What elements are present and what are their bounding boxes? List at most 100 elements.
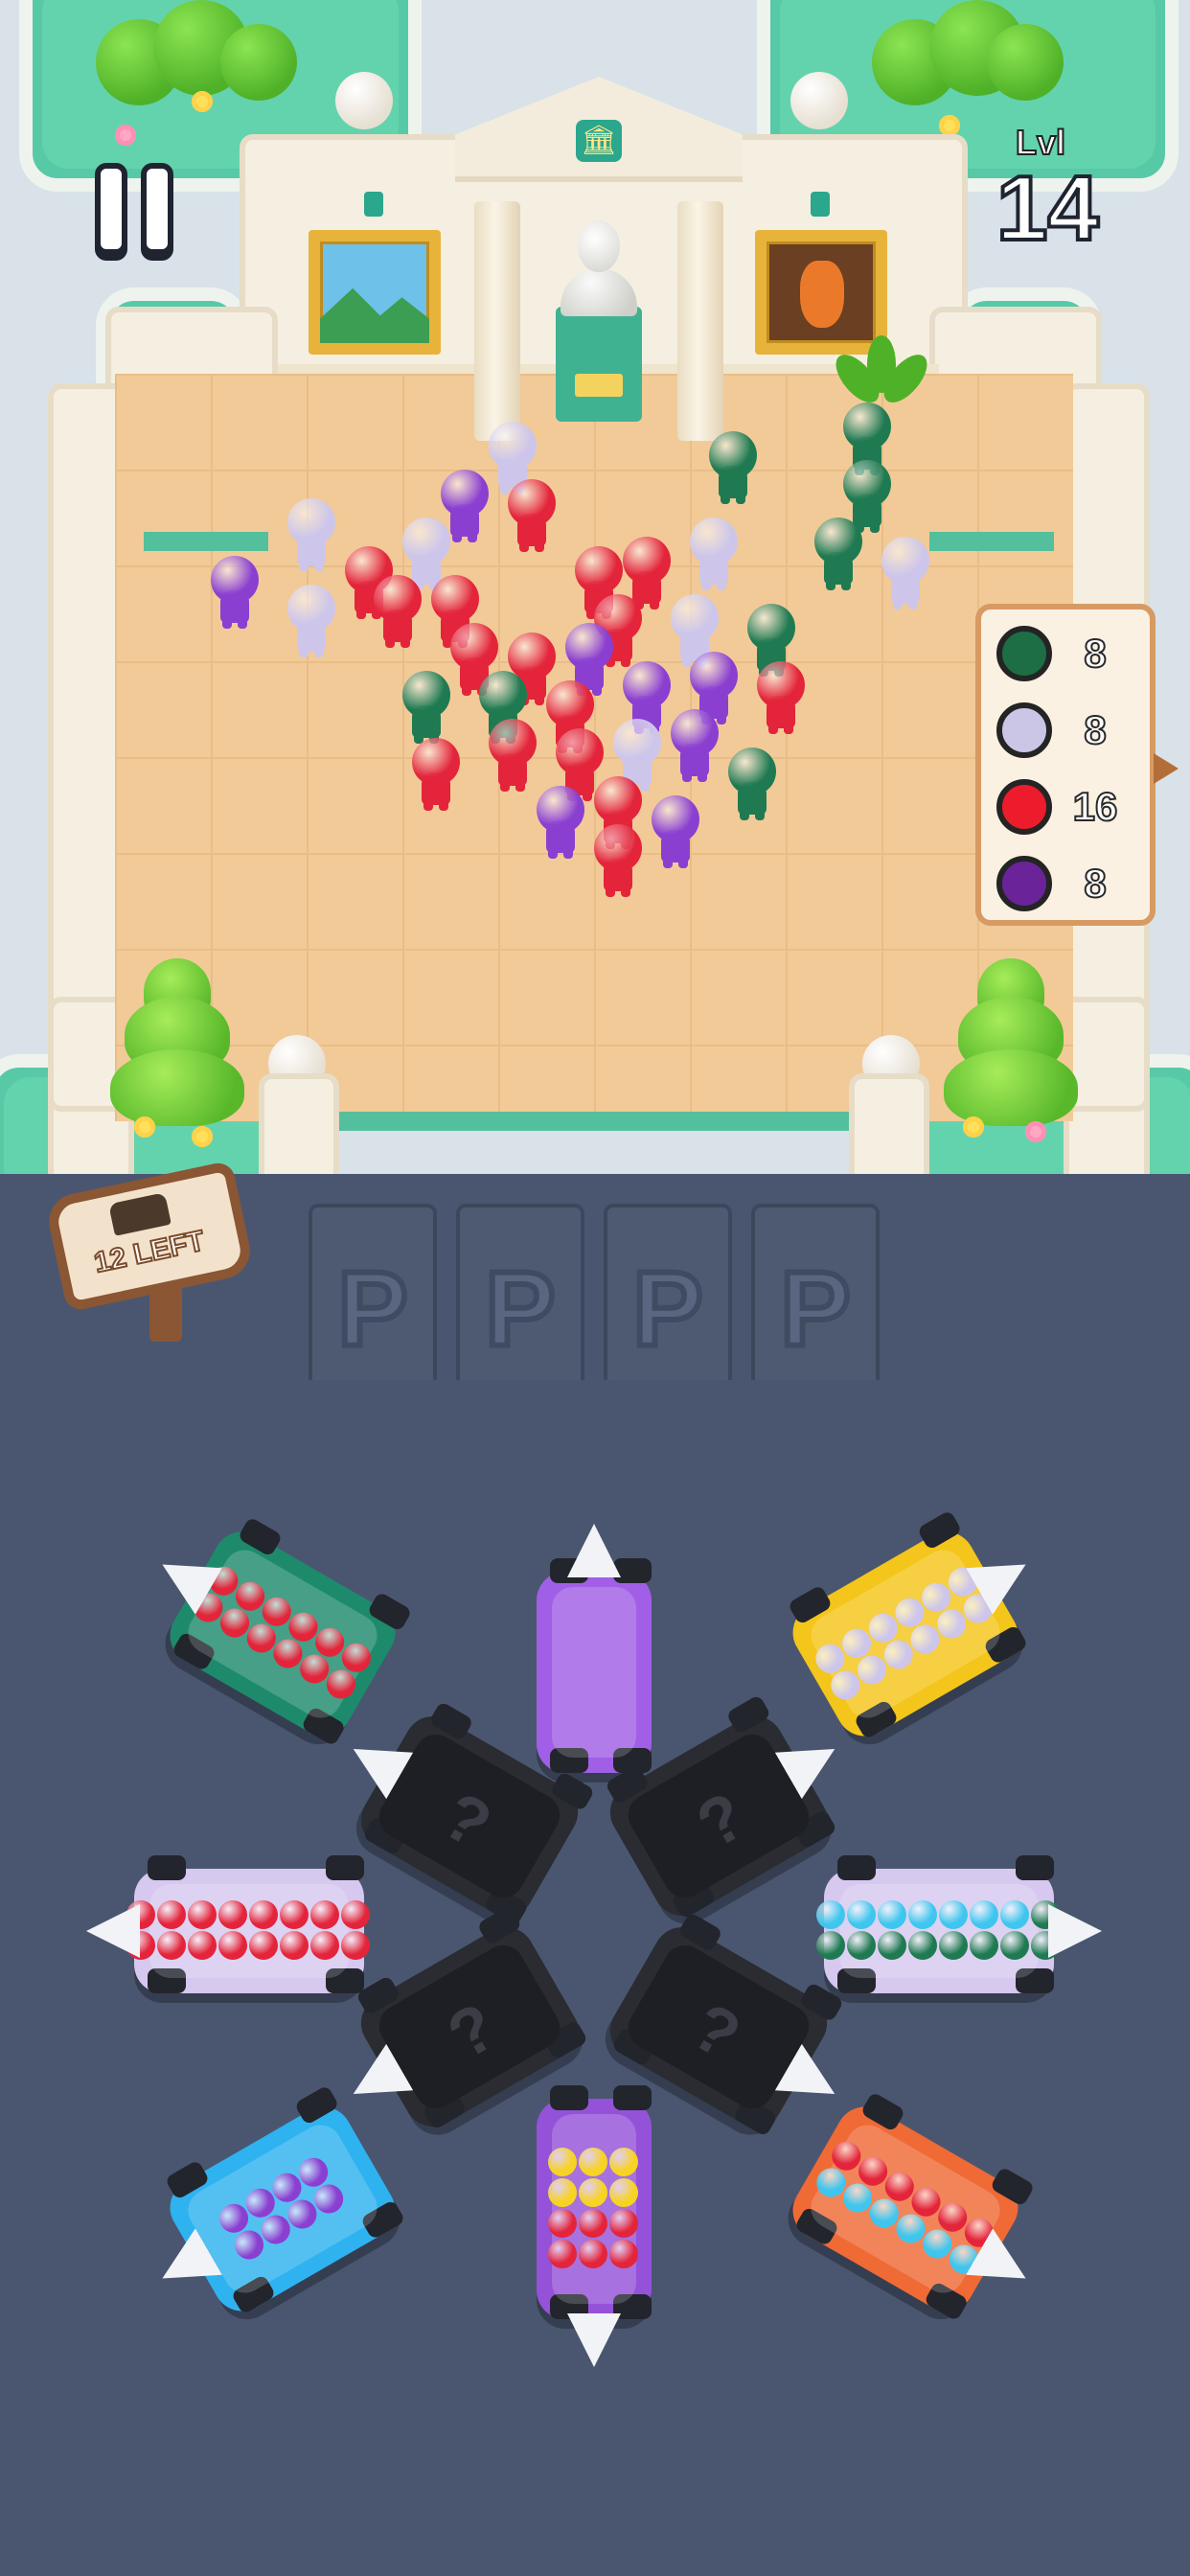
passenger-ball-red <box>188 1931 217 1960</box>
passenger-ball-blue <box>847 1900 876 1929</box>
passenger-balls <box>126 1900 370 1960</box>
passenger-balls <box>816 1900 1060 1960</box>
person-lavender <box>690 518 738 590</box>
panel-expand-arrow-icon[interactable] <box>1154 753 1179 784</box>
passenger-ball-yellow <box>548 2178 577 2207</box>
passenger-ball-red <box>280 1931 309 1960</box>
passenger-ball-green <box>908 1931 937 1960</box>
person-red <box>374 575 422 648</box>
lavender-bus-left[interactable] <box>134 1855 370 1993</box>
passenger-ball-blue <box>908 1900 937 1929</box>
green-dot-icon <box>996 626 1052 681</box>
passenger-ball-red <box>249 1931 278 1960</box>
flower-icon <box>1025 1121 1046 1142</box>
passenger-ball-green <box>878 1931 906 1960</box>
person-green <box>402 671 450 744</box>
person-red <box>594 824 642 897</box>
museum-portico: 🏛 <box>455 77 743 441</box>
crowd-count-panel: 8 8 16 8 <box>975 604 1179 926</box>
person-purple <box>211 556 259 629</box>
passenger-ball-red <box>157 1931 186 1960</box>
passenger-ball-green <box>847 1931 876 1960</box>
passenger-ball-red <box>579 2209 607 2238</box>
level-number: 14 <box>995 157 1101 260</box>
purple-van-top[interactable] <box>537 1524 652 1773</box>
red-dot-icon <box>996 779 1052 835</box>
passenger-ball-yellow <box>579 2178 607 2207</box>
person-red <box>508 479 556 552</box>
passenger-ball-red <box>548 2240 577 2268</box>
passenger-ball-red <box>157 1900 186 1929</box>
wheel-icon <box>148 1855 186 1880</box>
statue-bust-icon <box>561 220 637 316</box>
tree-icon <box>105 958 249 1131</box>
passenger-ball-red <box>218 1900 247 1929</box>
flower-icon <box>192 91 213 112</box>
crowd-count-value: 8 <box>1083 860 1107 907</box>
purple-van-bottom[interactable] <box>537 2085 652 2319</box>
passenger-ball-red <box>188 1900 217 1929</box>
lavender-bus-right[interactable] <box>816 1855 1054 1993</box>
vehicle-roof <box>552 1587 636 1758</box>
crowd-count-value: 16 <box>1072 783 1119 830</box>
passenger-ball-red <box>341 1900 370 1929</box>
passenger-ball-blue <box>939 1900 968 1929</box>
person-green <box>709 431 757 504</box>
crowd-count-value: 8 <box>1083 630 1107 677</box>
crowd-count-purple: 8 <box>996 851 1150 916</box>
passenger-ball-red <box>280 1900 309 1929</box>
parking-slot-label: P <box>629 1248 705 1371</box>
purple-dot-icon <box>996 856 1052 911</box>
passenger-balls <box>548 2148 638 2268</box>
wheel-icon <box>1016 1855 1054 1880</box>
passenger-ball-blue <box>1000 1900 1029 1929</box>
wheel-icon <box>613 2085 652 2110</box>
passenger-ball-red <box>218 1931 247 1960</box>
person-green <box>728 748 776 820</box>
flower-icon <box>134 1116 155 1138</box>
crowd-count-lavender: 8 <box>996 698 1150 763</box>
lavender-dot-icon <box>996 702 1052 758</box>
wheel-icon <box>613 1558 652 1583</box>
wheel-icon <box>550 2085 588 2110</box>
flower-icon <box>192 1126 213 1147</box>
flower-icon <box>963 1116 984 1138</box>
passenger-ball-red <box>341 1931 370 1960</box>
pause-button[interactable] <box>86 163 182 259</box>
passenger-ball-blue <box>816 1900 845 1929</box>
person-lavender <box>287 585 335 657</box>
passenger-ball-red <box>310 1931 339 1960</box>
lamp-post-icon <box>790 72 848 129</box>
passenger-ball-blue <box>878 1900 906 1929</box>
museum-emblem-icon: 🏛 <box>576 120 622 162</box>
passenger-ball-red <box>609 2209 638 2238</box>
person-purple <box>652 795 699 868</box>
buses-left-sign: 12 LEFT <box>43 1160 256 1342</box>
wheel-icon <box>326 1855 364 1880</box>
lamp-post-icon <box>335 72 393 129</box>
crowd-count-red: 16 <box>996 774 1150 840</box>
crowd-count-green: 8 <box>996 621 1150 686</box>
person-lavender <box>287 498 335 571</box>
passenger-ball-green <box>939 1931 968 1960</box>
passenger-ball-red <box>310 1900 339 1929</box>
passenger-ball-red <box>249 1900 278 1929</box>
pause-icon <box>95 163 127 255</box>
passenger-ball-red <box>548 2209 577 2238</box>
passenger-ball-yellow <box>548 2148 577 2176</box>
person-purple <box>537 786 584 859</box>
person-green <box>814 518 862 590</box>
plant-icon <box>828 335 935 412</box>
person-lavender <box>881 537 929 610</box>
passenger-ball-red <box>609 2240 638 2268</box>
crowd-count-value: 8 <box>1083 706 1107 753</box>
person-red <box>412 738 460 811</box>
parking-slot-label: P <box>334 1248 410 1371</box>
passenger-ball-green <box>1000 1931 1029 1960</box>
wheel-icon <box>837 1855 876 1880</box>
flower-icon <box>939 115 960 136</box>
passenger-ball-yellow <box>609 2148 638 2176</box>
parking-slot-label: P <box>777 1248 853 1371</box>
passenger-ball-red <box>579 2240 607 2268</box>
passenger-ball-yellow <box>609 2178 638 2207</box>
